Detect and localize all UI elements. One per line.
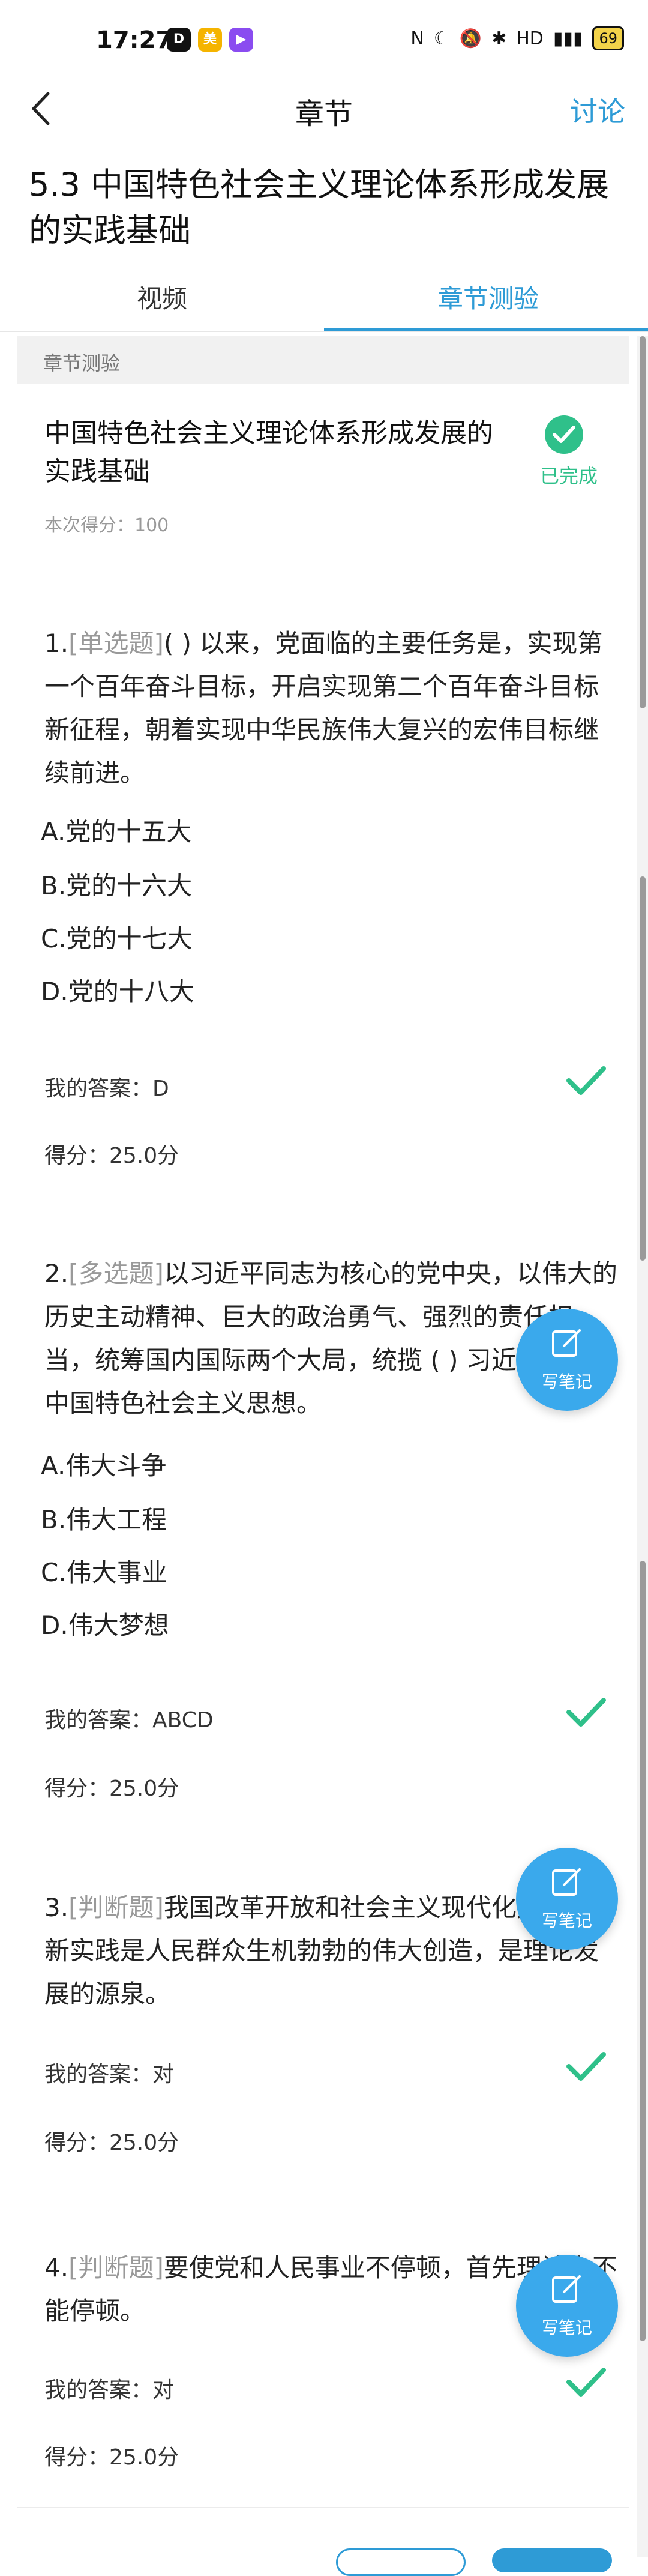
question-number: 4. bbox=[44, 2253, 69, 2282]
edit-note-icon bbox=[552, 2275, 581, 2303]
question-type: [单选题] bbox=[68, 629, 164, 658]
question-type: [判断题] bbox=[68, 1893, 164, 1922]
chapter-title: 5.3 中国特色社会主义理论体系形成发展的实践基础 bbox=[29, 166, 610, 249]
nav-bar: 章节 讨论 bbox=[0, 72, 648, 144]
my-answer: 我的答案：ABCD bbox=[44, 1708, 214, 1733]
app-notification-icon: D bbox=[167, 28, 191, 52]
write-note-label: 写笔记 bbox=[541, 1911, 592, 1931]
page-title: 章节 bbox=[295, 97, 353, 131]
option-a: A.伟大斗争 bbox=[41, 1451, 167, 1480]
signal-icon: ▮▮▮ bbox=[553, 28, 583, 49]
tab-bar: 视频 章节测验 bbox=[0, 264, 648, 335]
status-time: 17:27 bbox=[96, 26, 173, 54]
completed-check-icon bbox=[545, 415, 583, 454]
my-answer: 我的答案：D bbox=[44, 1076, 169, 1101]
status-bar: 17:27 D 美 ▶ N ☾ 🔕 ✱ HD ▮▮▮ 69 bbox=[0, 0, 648, 84]
scrollbar-thumb[interactable] bbox=[640, 1561, 646, 2341]
question-number: 3. bbox=[44, 1893, 69, 1922]
my-answer: 我的答案：对 bbox=[44, 2062, 175, 2087]
question-card: 1.[单选题]( ) 以来，党面临的主要任务是，实现第一个百年奋斗目标，开启实现… bbox=[17, 576, 629, 1208]
quiz-title: 中国特色社会主义理论体系形成发展的实践基础 bbox=[44, 418, 493, 487]
status-indicators: N ☾ 🔕 ✱ HD ▮▮▮ 69 bbox=[410, 26, 624, 50]
moon-icon: ☾ bbox=[433, 28, 450, 49]
option-b: B.伟大工程 bbox=[41, 1505, 167, 1534]
question-score: 得分：25.0分 bbox=[44, 2445, 179, 2470]
option-b: B.党的十六大 bbox=[41, 871, 193, 900]
scrollbar-thumb[interactable] bbox=[640, 876, 646, 1261]
section-header-label: 章节测验 bbox=[43, 352, 121, 375]
question-text: 1.[单选题]( ) 以来，党面临的主要任务是，实现第一个百年奋斗目标，开启实现… bbox=[44, 622, 620, 795]
scrollbar-thumb[interactable] bbox=[640, 336, 646, 708]
my-answer: 我的答案：对 bbox=[44, 2378, 175, 2403]
question-type: [判断题] bbox=[68, 2253, 164, 2282]
question-number: 2. bbox=[44, 1259, 69, 1288]
discuss-button[interactable]: 讨论 bbox=[570, 90, 625, 130]
question-number: 1. bbox=[44, 629, 69, 658]
write-note-button[interactable]: 写笔记 bbox=[516, 1848, 618, 1950]
divider bbox=[0, 331, 648, 332]
tab-video[interactable]: 视频 bbox=[137, 279, 187, 315]
correct-check-icon bbox=[566, 1066, 606, 1095]
write-note-label: 写笔记 bbox=[541, 1372, 592, 1392]
hd-icon: HD bbox=[516, 28, 544, 49]
bluetooth-icon: ✱ bbox=[491, 28, 507, 49]
option-d: D.伟大梦想 bbox=[41, 1611, 169, 1640]
question-score: 得分：25.0分 bbox=[44, 2131, 179, 2155]
write-note-button[interactable]: 写笔记 bbox=[516, 1309, 618, 1411]
question-score: 得分：25.0分 bbox=[44, 1144, 179, 1168]
question-card: 2.[多选题]以习近平同志为核心的党中央，以伟大的历史主动精神、巨大的政治勇气、… bbox=[17, 1207, 629, 1842]
nfc-icon: N bbox=[410, 28, 424, 49]
question-type: [多选题] bbox=[68, 1259, 164, 1288]
battery-icon: 69 bbox=[592, 26, 624, 50]
app-notification-icon: ▶ bbox=[229, 28, 253, 52]
option-c: C.党的十七大 bbox=[41, 924, 193, 953]
question-score: 得分：25.0分 bbox=[44, 1776, 179, 1801]
write-note-label: 写笔记 bbox=[541, 2318, 592, 2338]
edit-note-icon bbox=[552, 1329, 581, 1357]
correct-check-icon bbox=[566, 2368, 606, 2397]
question-card: 4.[判断题]要使党和人民事业不停顿，首先理论上不能停顿。 我的答案：对 得分：… bbox=[17, 2201, 629, 2508]
option-a: A.党的十五大 bbox=[41, 817, 192, 846]
tab-chapter-quiz[interactable]: 章节测验 bbox=[438, 279, 539, 315]
option-c: C.伟大事业 bbox=[41, 1558, 167, 1587]
edit-note-icon bbox=[552, 1868, 581, 1896]
status-app-icons: D 美 ▶ bbox=[167, 28, 253, 52]
mute-icon: 🔕 bbox=[459, 28, 482, 49]
app-notification-icon: 美 bbox=[198, 28, 222, 52]
write-note-button[interactable]: 写笔记 bbox=[516, 2255, 618, 2357]
quiz-summary-card: 中国特色社会主义理论体系形成发展的实践基础 已完成 本次得分：100 bbox=[17, 384, 629, 578]
correct-check-icon bbox=[566, 2052, 606, 2081]
completed-status: 已完成 bbox=[540, 465, 598, 487]
bottom-secondary-button[interactable] bbox=[336, 2548, 466, 2576]
option-d: D.党的十八大 bbox=[41, 977, 194, 1006]
total-score: 本次得分：100 bbox=[44, 515, 169, 536]
section-header: 章节测验 bbox=[17, 336, 629, 384]
correct-check-icon bbox=[566, 1698, 606, 1727]
bottom-primary-button[interactable] bbox=[492, 2548, 612, 2572]
